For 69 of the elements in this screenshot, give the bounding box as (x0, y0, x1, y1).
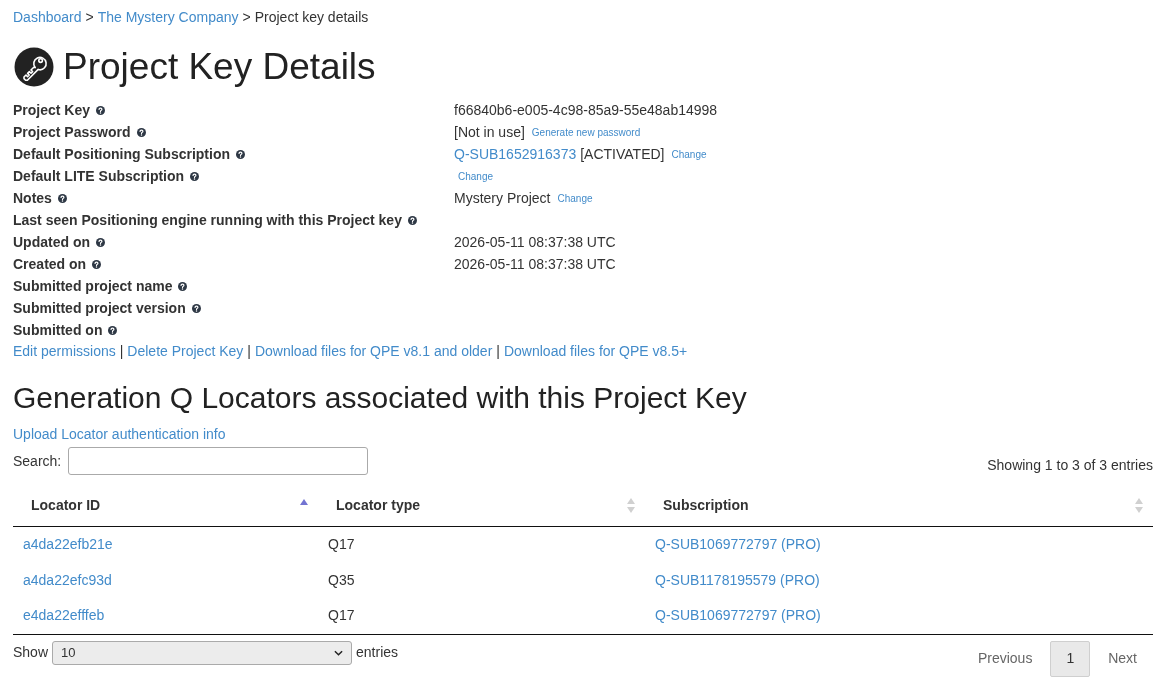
detail-label: Default Positioning Subscription (13, 144, 230, 164)
chevron-down-icon (334, 649, 344, 656)
upload-link[interactable]: Upload Locator authentication info (13, 423, 226, 445)
detail-label: Project Key (13, 100, 91, 120)
subscription-link[interactable]: Q-SUB1652916373 (454, 143, 577, 165)
link-separator: | (119, 341, 124, 361)
help-icon (136, 127, 146, 137)
action-link[interactable]: Download files for QPE v8.5+ (503, 340, 688, 362)
table-link[interactable]: Q-SUB1069772797 (PRO) (655, 535, 821, 552)
help-icon (407, 215, 417, 225)
help-icon (96, 237, 105, 247)
breadcrumb-link[interactable]: Dashboard (13, 7, 82, 27)
link-separator: | (496, 341, 500, 361)
small-link[interactable]: Change (557, 190, 593, 206)
table-cell: Q17 (328, 607, 355, 624)
breadcrumb-separator: > (85, 8, 94, 27)
column-header[interactable]: Subscription (663, 495, 749, 517)
small-link[interactable]: Generate new password (531, 124, 641, 140)
detail-value: [Not in use] (454, 122, 525, 142)
table-link[interactable]: a4da22efb21e (23, 535, 113, 552)
search-label: Search: (13, 451, 62, 471)
key-icon (14, 47, 54, 87)
search-field[interactable] (68, 447, 369, 475)
help-icon (236, 149, 245, 159)
detail-label: Updated on (13, 232, 90, 252)
breadcrumb-current: Project key details (254, 8, 369, 27)
section-title: Generation Q Locators associated with this Project Key (13, 381, 748, 415)
table-cell: Q17 (328, 535, 355, 552)
table-link[interactable]: Q-SUB1178195579 (PRO) (655, 571, 820, 588)
table-link[interactable]: Q-SUB1069772797 (PRO) (655, 607, 821, 624)
detail-label: Created on (13, 254, 87, 274)
action-link[interactable]: Edit permissions (13, 340, 116, 362)
detail-label: Submitted on (13, 320, 103, 340)
small-link[interactable]: Change (458, 168, 494, 184)
link-separator: | (247, 341, 251, 361)
detail-value: 2026-05-11 08:37:38 UTC (454, 232, 616, 252)
table-info: Showing 1 to 3 of 3 entries (987, 455, 1153, 475)
detail-value: [ACTIVATED] (580, 144, 665, 164)
small-link[interactable]: Change (671, 146, 707, 162)
column-header[interactable]: Locator type (336, 495, 420, 517)
show-label: Show (13, 643, 49, 662)
detail-label: Notes (13, 188, 52, 208)
table-cell: Q35 (328, 571, 355, 588)
breadcrumb-separator: > (242, 8, 251, 27)
table-link[interactable]: e4da22efffeb (23, 607, 105, 624)
help-icon (190, 171, 200, 181)
detail-label: Submitted project name (13, 276, 173, 296)
detail-label: Project Password (13, 122, 131, 142)
page-title: Project Key Details (63, 47, 376, 87)
entries-select[interactable]: 10 (52, 640, 353, 665)
help-icon (178, 281, 188, 291)
help-icon (57, 193, 67, 203)
help-icon (96, 105, 106, 115)
detail-label: Submitted project version (13, 298, 186, 318)
help-icon (191, 303, 201, 313)
detail-value: f66840b6-e005-4c98-85a9-55e48ab14998 (454, 100, 718, 120)
detail-value: Mystery Project (454, 188, 551, 208)
action-link[interactable]: Delete Project Key (127, 340, 244, 362)
breadcrumb-link[interactable]: The Mystery Company (97, 7, 239, 27)
help-icon (92, 259, 102, 269)
detail-label: Default LITE Subscription (13, 166, 185, 186)
detail-value: 2026-05-11 08:37:38 UTC (454, 254, 616, 274)
entries-label: entries (356, 643, 399, 662)
column-header[interactable]: Locator ID (31, 495, 101, 517)
pagination-button[interactable]: 1 (1050, 640, 1091, 677)
detail-label: Last seen Positioning engine running with this Project key (13, 210, 402, 230)
help-icon (108, 325, 118, 335)
table-link[interactable]: a4da22efc93d (23, 571, 112, 588)
action-link[interactable]: Download files for QPE v8.1 and older (254, 340, 493, 362)
